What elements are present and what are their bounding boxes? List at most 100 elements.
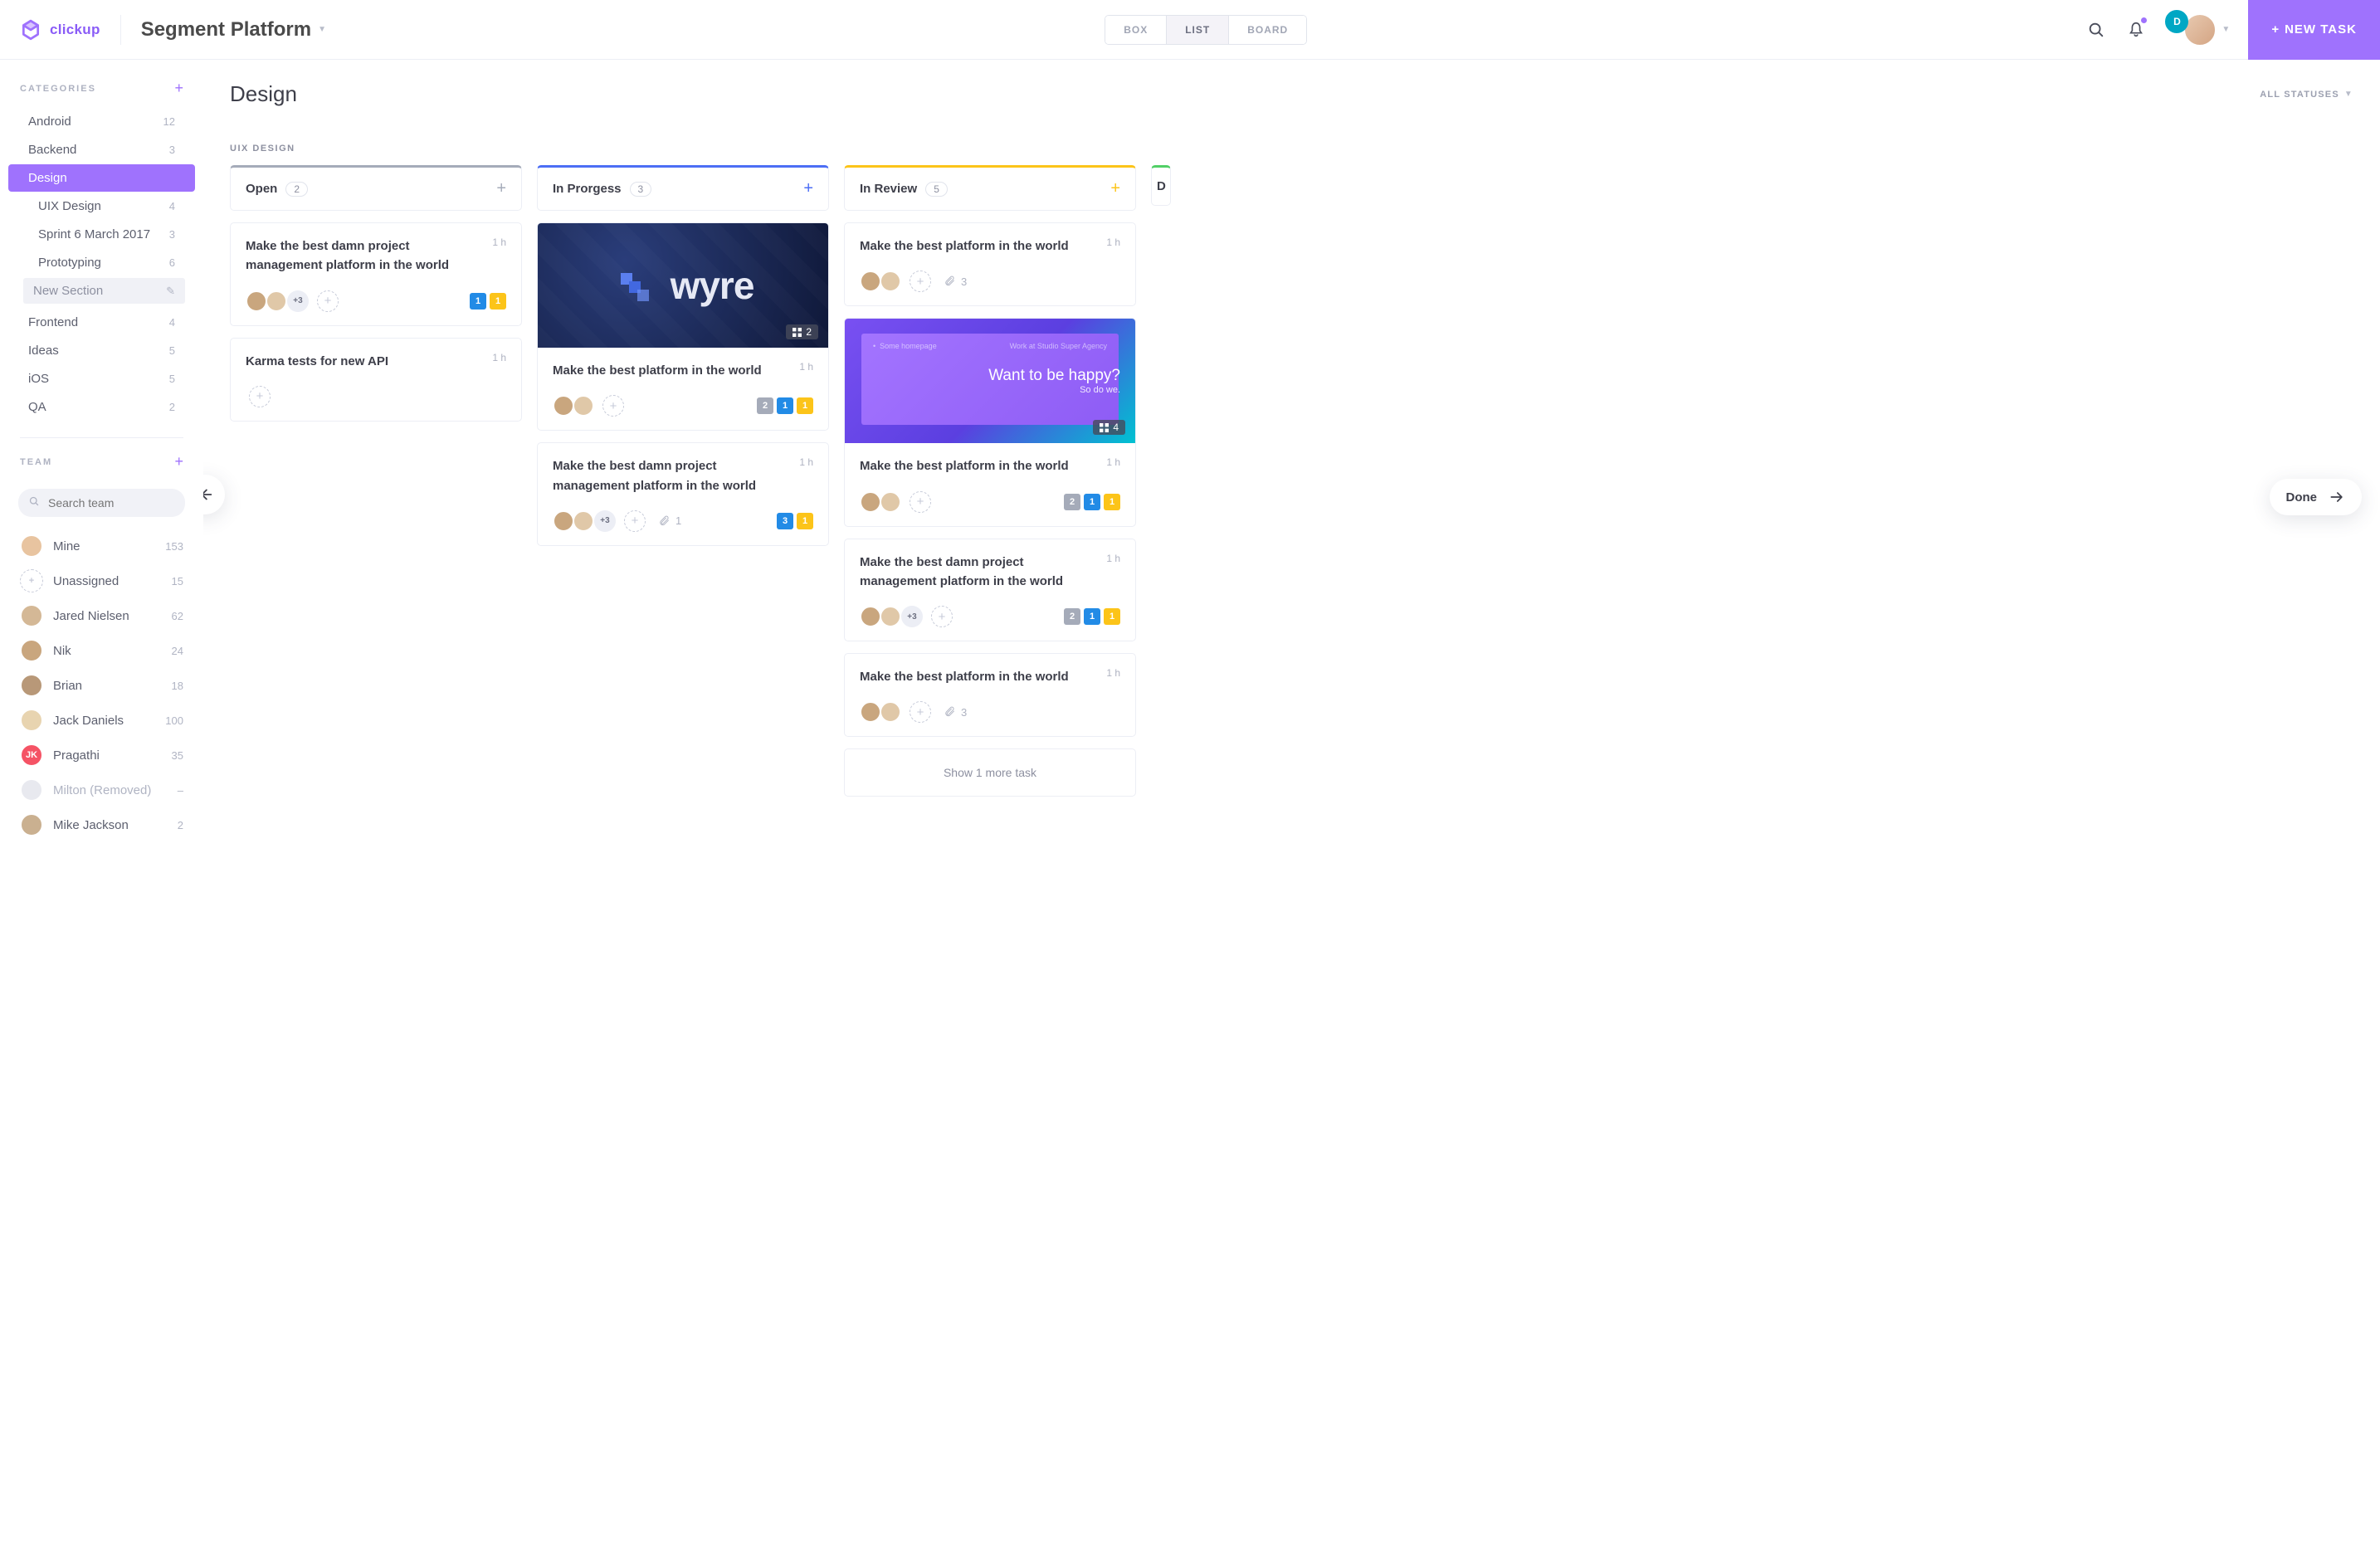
task-time: 1 h [799, 456, 813, 468]
logo[interactable]: clickup [20, 15, 121, 45]
status-filter[interactable]: ALL STATUSES ▼ [2260, 90, 2353, 100]
task-time: 1 h [1106, 553, 1120, 564]
column-header: In Prorgess3+ [537, 165, 829, 211]
team-member-count: 18 [172, 680, 183, 692]
category-item[interactable]: Prototyping6 [8, 249, 195, 276]
collapse-sidebar-button[interactable] [203, 475, 225, 514]
category-item[interactable]: Sprint 6 March 20173 [8, 221, 195, 248]
category-label: Prototyping [38, 256, 101, 270]
priority-tag: 2 [1064, 494, 1080, 510]
user-menu[interactable]: D ▼ [2165, 13, 2230, 46]
task-title: Make the best damn project management pl… [246, 236, 479, 275]
category-item[interactable]: UIX Design4 [8, 193, 195, 220]
assignee-avatar [880, 491, 901, 513]
task-title: Make the best damn project management pl… [860, 553, 1093, 592]
category-item[interactable]: QA2 [8, 393, 195, 421]
category-count: 12 [163, 115, 175, 128]
section-label: UIX DESIGN [230, 144, 2380, 154]
priority-tag: 1 [490, 293, 506, 310]
task-card[interactable]: Make the best damn project management pl… [230, 222, 522, 326]
task-card[interactable]: Make the best platform in the world1 h+3 [844, 653, 1136, 737]
view-box[interactable]: BOX [1105, 16, 1166, 44]
team-member[interactable]: JKPragathi35 [0, 738, 203, 773]
task-card[interactable]: • Some homepageWork at Studio Super Agen… [844, 318, 1136, 526]
priority-tag: 1 [1084, 608, 1100, 625]
category-item[interactable]: iOS5 [8, 365, 195, 392]
paperclip-icon [944, 275, 956, 287]
task-title: Make the best platform in the world [860, 236, 1093, 256]
new-section-input[interactable]: New Section✎ [23, 278, 185, 304]
assignee-avatar [880, 701, 901, 723]
add-assignee-button[interactable]: + [910, 491, 931, 513]
category-label: New Section [33, 284, 103, 298]
team-member[interactable]: Mine153 [0, 529, 203, 563]
team-member-count: 100 [165, 714, 183, 727]
search-team [18, 489, 185, 517]
header-actions: D ▼ + NEW TASK [2085, 0, 2380, 60]
team-member[interactable]: Milton (Removed)– [0, 773, 203, 807]
category-item[interactable]: Design [8, 164, 195, 192]
assignee-avatar [553, 510, 574, 532]
add-assignee-button[interactable]: + [910, 701, 931, 723]
task-time: 1 h [1106, 667, 1120, 679]
logo-icon [20, 19, 41, 41]
task-card[interactable]: wyre2Make the best platform in the world… [537, 222, 829, 431]
add-assignee-button[interactable]: + [602, 395, 624, 417]
task-time: 1 h [799, 361, 813, 373]
column-title: In Review [860, 182, 917, 196]
main-layout: CATEGORIES + Android12Backend3DesignUIX … [0, 60, 2380, 1560]
team-member-count: 24 [172, 645, 183, 657]
new-task-button[interactable]: + NEW TASK [2248, 0, 2380, 60]
team-member[interactable]: Jack Daniels100 [0, 703, 203, 738]
attachment-count: 1 [659, 514, 681, 527]
assignee-avatar [573, 395, 594, 417]
avatar: JK [20, 743, 43, 767]
task-card[interactable]: Make the best damn project management pl… [537, 442, 829, 546]
add-assignee-button[interactable]: + [317, 290, 339, 312]
task-card[interactable]: Make the best platform in the world1 h+3 [844, 222, 1136, 306]
board-columns: Open2+Make the best damn project managem… [230, 165, 2380, 1560]
add-assignee-button[interactable]: + [249, 386, 271, 407]
category-item[interactable]: Backend3 [8, 136, 195, 163]
new-task-label: NEW TASK [2285, 22, 2357, 37]
task-card[interactable]: Make the best damn project management pl… [844, 539, 1136, 642]
add-assignee-button[interactable]: + [910, 271, 931, 292]
avatar [20, 639, 43, 662]
view-list[interactable]: LIST [1166, 16, 1228, 44]
add-card-button[interactable]: + [1110, 179, 1120, 198]
add-card-button[interactable]: + [496, 179, 506, 198]
show-more-button[interactable]: Show 1 more task [844, 748, 1136, 797]
view-switcher: BOX LIST BOARD [1105, 15, 1307, 45]
notifications-icon[interactable] [2125, 19, 2147, 41]
team-member[interactable]: Brian18 [0, 668, 203, 703]
add-assignee-button[interactable]: + [931, 606, 953, 627]
assignee-more: +3 [594, 510, 616, 532]
add-card-button[interactable]: + [803, 179, 813, 198]
team-member[interactable]: Jared Nielsen62 [0, 598, 203, 633]
team-member[interactable]: Mike Jackson2 [0, 807, 203, 842]
assignee-avatar [246, 290, 267, 312]
priority-tag: 1 [1104, 608, 1120, 625]
search-team-input[interactable] [18, 489, 185, 517]
paperclip-icon [659, 515, 671, 527]
task-card[interactable]: Karma tests for new API1 h+ [230, 338, 522, 422]
task-meta: + [246, 386, 506, 407]
category-item[interactable]: Android12 [8, 108, 195, 135]
category-item[interactable]: Ideas5 [8, 337, 195, 364]
add-category-button[interactable]: + [174, 80, 183, 97]
priority-tag: 1 [1104, 494, 1120, 510]
team-member[interactable]: +Unassigned15 [0, 563, 203, 598]
column-count: 3 [630, 182, 652, 197]
add-team-button[interactable]: + [174, 453, 183, 470]
space-selector[interactable]: Segment Platform ▼ [121, 18, 326, 41]
search-icon[interactable] [2085, 19, 2107, 41]
team-member[interactable]: Nik24 [0, 633, 203, 668]
category-label: iOS [28, 372, 49, 386]
task-meta: +3+11 [246, 290, 506, 312]
team-member-count: 62 [172, 610, 183, 622]
done-column-pill[interactable]: Done [2270, 479, 2363, 515]
category-item[interactable]: Frontend4 [8, 309, 195, 336]
category-label: UIX Design [38, 199, 101, 213]
view-board[interactable]: BOARD [1228, 16, 1306, 44]
add-assignee-button[interactable]: + [624, 510, 646, 532]
